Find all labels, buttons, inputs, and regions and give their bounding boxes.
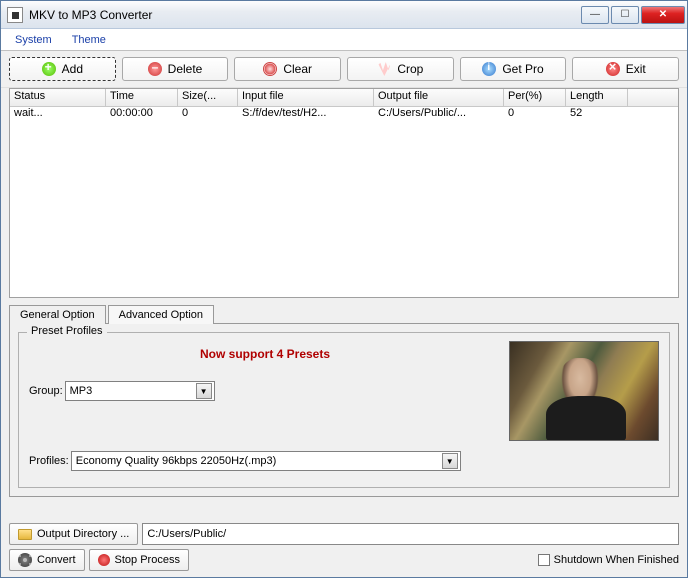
clear-button[interactable]: Clear: [234, 57, 341, 81]
preset-legend: Preset Profiles: [27, 325, 107, 337]
options-area: General Option Advanced Option Preset Pr…: [9, 304, 679, 497]
preset-fieldset: Preset Profiles Now support 4 Presets Gr…: [18, 332, 670, 488]
shutdown-checkbox[interactable]: Shutdown When Finished: [538, 554, 679, 566]
col-length[interactable]: Length: [566, 89, 628, 106]
col-output[interactable]: Output file: [374, 89, 504, 106]
clear-icon: [263, 62, 277, 76]
app-icon: [7, 7, 23, 23]
cell-size: 0: [178, 107, 238, 123]
getpro-label: Get Pro: [502, 62, 543, 76]
col-time[interactable]: Time: [106, 89, 178, 106]
menu-system[interactable]: System: [5, 32, 62, 48]
convert-button[interactable]: Convert: [9, 549, 85, 571]
cell-length: 52: [566, 107, 628, 123]
window-controls: — ☐ ✕: [579, 6, 685, 24]
cell-output: C:/Users/Public/...: [374, 107, 504, 123]
convert-icon: [18, 553, 32, 567]
maximize-button[interactable]: ☐: [611, 6, 639, 24]
output-path-input[interactable]: C:/Users/Public/: [142, 523, 679, 545]
convert-label: Convert: [37, 554, 76, 566]
exit-icon: [606, 62, 620, 76]
tab-strip: General Option Advanced Option: [9, 305, 679, 324]
cell-per: 0: [504, 107, 566, 123]
group-label: Group:: [29, 385, 63, 397]
table-row[interactable]: wait... 00:00:00 0 S:/f/dev/test/H2... C…: [10, 107, 678, 123]
shutdown-label: Shutdown When Finished: [554, 554, 679, 566]
col-input[interactable]: Input file: [238, 89, 374, 106]
chevron-down-icon: ▼: [442, 453, 458, 469]
profiles-label: Profiles:: [29, 455, 69, 467]
tab-advanced[interactable]: Advanced Option: [108, 305, 214, 324]
titlebar: MKV to MP3 Converter — ☐ ✕: [1, 1, 687, 29]
getpro-icon: [482, 62, 496, 76]
output-directory-label: Output Directory ...: [37, 528, 129, 540]
bottom-bar: Output Directory ... C:/Users/Public/ Co…: [1, 519, 687, 577]
group-value: MP3: [70, 385, 196, 397]
profiles-select[interactable]: Economy Quality 96kbps 22050Hz(.mp3) ▼: [71, 451, 461, 471]
stop-button[interactable]: Stop Process: [89, 549, 189, 571]
group-select[interactable]: MP3 ▼: [65, 381, 215, 401]
clear-label: Clear: [283, 62, 312, 76]
exit-label: Exit: [626, 62, 646, 76]
menubar: System Theme: [1, 29, 687, 51]
delete-label: Delete: [168, 62, 203, 76]
add-label: Add: [62, 62, 83, 76]
add-icon: [42, 62, 56, 76]
close-button[interactable]: ✕: [641, 6, 685, 24]
exit-button[interactable]: Exit: [572, 57, 679, 81]
toolbar: Add Delete Clear Crop Get Pro Exit: [1, 51, 687, 88]
cell-time: 00:00:00: [106, 107, 178, 123]
tab-panel-general: Preset Profiles Now support 4 Presets Gr…: [9, 323, 679, 497]
folder-icon: [18, 529, 32, 540]
delete-icon: [148, 62, 162, 76]
col-per[interactable]: Per(%): [504, 89, 566, 106]
chevron-down-icon: ▼: [196, 383, 212, 399]
grid-header: Status Time Size(... Input file Output f…: [10, 89, 678, 107]
tab-general[interactable]: General Option: [9, 305, 106, 324]
output-directory-button[interactable]: Output Directory ...: [9, 523, 138, 545]
preset-message: Now support 4 Presets: [29, 341, 501, 377]
delete-button[interactable]: Delete: [122, 57, 229, 81]
cell-input: S:/f/dev/test/H2...: [238, 107, 374, 123]
checkbox-icon: [538, 554, 550, 566]
col-size[interactable]: Size(...: [178, 89, 238, 106]
crop-button[interactable]: Crop: [347, 57, 454, 81]
profiles-value: Economy Quality 96kbps 22050Hz(.mp3): [76, 455, 442, 467]
minimize-button[interactable]: —: [581, 6, 609, 24]
output-path-value: C:/Users/Public/: [147, 528, 226, 540]
preview-thumbnail: [509, 341, 659, 441]
window-title: MKV to MP3 Converter: [29, 8, 579, 22]
crop-label: Crop: [397, 62, 423, 76]
menu-theme[interactable]: Theme: [62, 32, 116, 48]
getpro-button[interactable]: Get Pro: [460, 57, 567, 81]
cell-status: wait...: [10, 107, 106, 123]
add-button[interactable]: Add: [9, 57, 116, 81]
crop-icon: [377, 62, 391, 76]
col-status[interactable]: Status: [10, 89, 106, 106]
file-grid[interactable]: Status Time Size(... Input file Output f…: [9, 88, 679, 298]
stop-label: Stop Process: [115, 554, 180, 566]
app-window: MKV to MP3 Converter — ☐ ✕ System Theme …: [0, 0, 688, 578]
stop-icon: [98, 554, 110, 566]
